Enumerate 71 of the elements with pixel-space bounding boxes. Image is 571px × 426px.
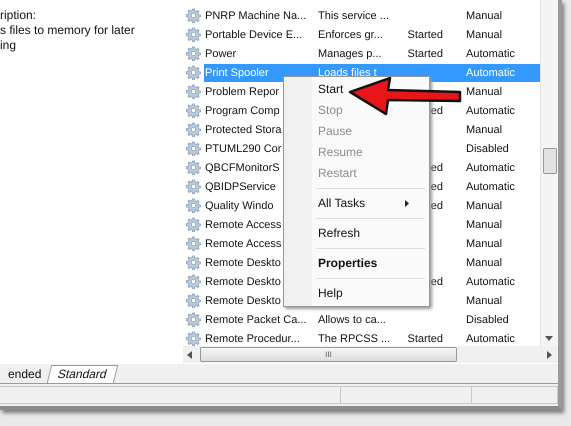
service-description: Enforces gr... xyxy=(318,28,384,42)
vertical-scrollbar[interactable] xyxy=(540,0,558,346)
description-text: s files to memory for later xyxy=(0,23,136,38)
service-startup-type: Manual xyxy=(466,8,504,24)
service-startup-type: Manual xyxy=(466,84,504,100)
scroll-left-icon[interactable] xyxy=(187,350,192,358)
menu-item[interactable]: All Tasks xyxy=(316,193,425,214)
service-startup-type: Manual xyxy=(466,236,504,252)
service-name[interactable]: PNRP Machine Na... xyxy=(204,6,318,24)
service-startup-type: Manual xyxy=(466,122,504,138)
service-startup-type: Manual xyxy=(466,256,504,270)
gear-icon xyxy=(186,27,201,42)
gear-icon xyxy=(186,65,201,80)
service-startup-type: Automatic xyxy=(466,104,516,118)
menu-item[interactable]: Refresh xyxy=(316,223,362,244)
service-description: This service ... xyxy=(318,8,390,24)
gear-icon xyxy=(186,312,201,327)
gear-icon xyxy=(186,103,201,118)
service-status: Started xyxy=(408,46,443,62)
service-startup-type: Automatic xyxy=(466,180,516,194)
service-status: ed xyxy=(430,104,443,118)
gear-icon xyxy=(186,46,201,61)
service-startup-type: Automatic xyxy=(466,64,540,82)
service-startup-type: Manual xyxy=(466,28,504,42)
service-startup-type: Manual xyxy=(466,294,504,308)
menu-item[interactable]: Properties xyxy=(316,253,380,274)
gear-icon xyxy=(186,141,201,156)
service-name[interactable]: Remote Packet Ca... xyxy=(204,310,318,328)
scroll-down-icon[interactable] xyxy=(545,336,553,341)
gear-icon xyxy=(186,160,201,175)
service-startup-type: Automatic xyxy=(466,274,516,290)
service-status: Started xyxy=(408,28,443,42)
gear-icon xyxy=(186,8,201,23)
gear-icon xyxy=(186,255,201,270)
scroll-thumb[interactable]: III xyxy=(200,347,457,362)
gear-icon xyxy=(186,293,201,308)
gear-icon xyxy=(186,217,201,232)
service-status: ed xyxy=(430,274,443,290)
service-startup-type: Automatic xyxy=(466,160,516,176)
service-status: ed xyxy=(430,198,443,214)
service-startup-type: Disabled xyxy=(466,312,510,328)
service-startup-type: Disabled xyxy=(466,142,510,156)
gear-icon xyxy=(186,236,201,251)
service-description: Allows to ca... xyxy=(318,312,387,328)
gear-icon xyxy=(186,274,201,289)
horizontal-scrollbar[interactable]: III xyxy=(183,346,558,363)
submenu-arrow-icon xyxy=(405,200,409,207)
view-tab[interactable]: Standard xyxy=(47,365,118,383)
description-text: ing xyxy=(0,38,18,53)
service-status: ed xyxy=(430,160,443,176)
service-status: Started xyxy=(408,332,443,346)
service-description: The RPCSS ... xyxy=(318,332,392,346)
service-name[interactable]: Portable Device E... xyxy=(204,26,318,44)
service-startup-type: Automatic xyxy=(466,46,516,62)
gear-icon xyxy=(186,179,201,194)
view-tab[interactable]: ended xyxy=(0,366,50,383)
menu-item[interactable]: Start xyxy=(316,79,346,100)
gear-icon xyxy=(186,198,201,213)
service-description: Manages p... xyxy=(318,46,383,62)
service-name[interactable]: Power xyxy=(204,44,318,62)
service-startup-type: Manual xyxy=(466,198,504,214)
scroll-right-icon[interactable] xyxy=(547,350,552,358)
service-startup-type: Manual xyxy=(466,218,504,232)
scroll-thumb[interactable] xyxy=(543,148,557,174)
service-name[interactable]: Remote Procedur... xyxy=(204,330,318,348)
description-text: ription: xyxy=(0,8,38,23)
menu-item[interactable]: Help xyxy=(316,283,345,304)
service-startup-type: Automatic xyxy=(466,332,516,346)
gear-icon xyxy=(186,122,201,137)
service-status: ed xyxy=(430,180,443,194)
gear-icon xyxy=(186,84,201,99)
